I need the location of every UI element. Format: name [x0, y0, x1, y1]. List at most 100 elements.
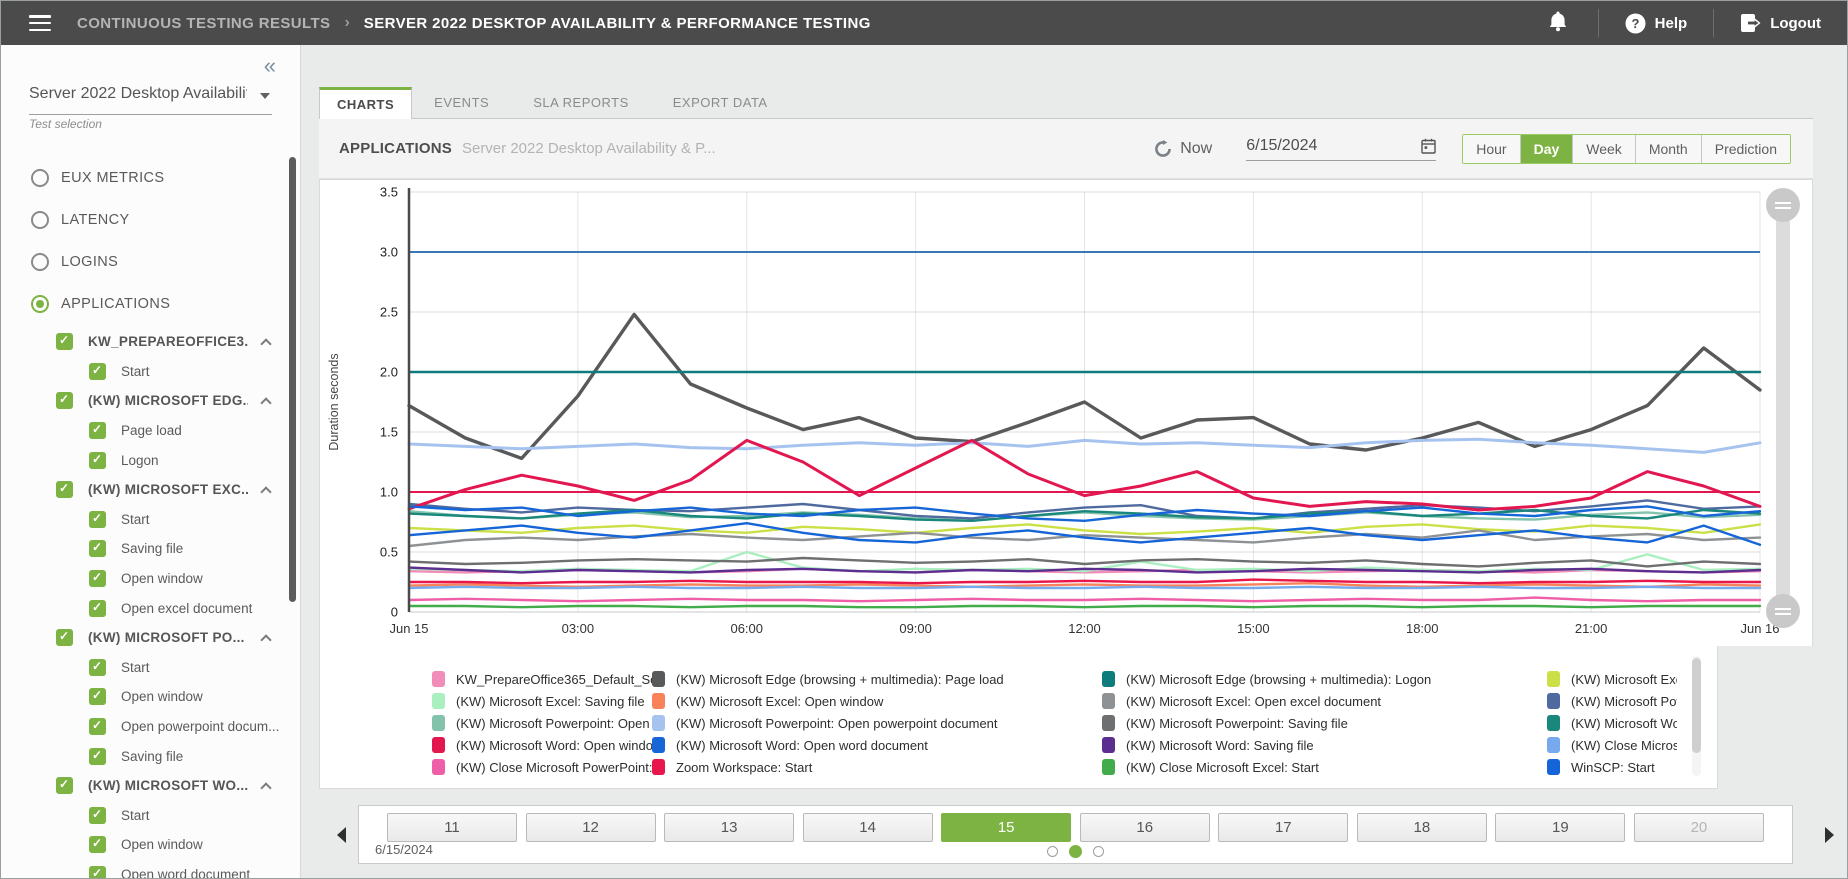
tree-item-kw-microsoft-po-start[interactable]: Start — [1, 653, 300, 683]
checkbox-icon[interactable] — [56, 629, 73, 646]
legend-item[interactable]: (KW) Microsoft Powerpoint: Start — [1547, 690, 1677, 712]
legend-item[interactable]: (KW) Close Microsoft PowerPoint: Start — [432, 756, 652, 776]
page-button-13[interactable]: 13 — [664, 813, 794, 842]
checkbox-icon[interactable] — [89, 600, 106, 617]
sidebar-item-logins[interactable]: LOGINS — [1, 241, 300, 283]
tree-item-kw-microsoft-wo-open-word-document[interactable]: Open word document — [1, 860, 300, 879]
sidebar-item-eux-metrics[interactable]: EUX METRICS — [1, 157, 300, 199]
breadcrumb-root[interactable]: CONTINUOUS TESTING RESULTS — [77, 15, 330, 32]
tree-item-kw-microsoft-wo-start[interactable]: Start — [1, 801, 300, 831]
legend-item[interactable]: (KW) Close Microsoft Word: Start — [1547, 734, 1677, 756]
now-button[interactable]: Now — [1154, 140, 1212, 158]
checkbox-icon[interactable] — [56, 333, 73, 350]
checkbox-icon[interactable] — [89, 511, 106, 528]
tab-charts[interactable]: CHARTS — [319, 87, 412, 119]
legend-item[interactable]: (KW) Microsoft Excel: Open window — [652, 690, 1102, 712]
checkbox-icon[interactable] — [89, 836, 106, 853]
page-button-18[interactable]: 18 — [1357, 813, 1487, 842]
legend-item[interactable]: Zoom Workspace: Start — [652, 756, 1102, 776]
range-button-month[interactable]: Month — [1635, 135, 1701, 163]
pagination-dot-3[interactable] — [1093, 846, 1104, 857]
page-button-15[interactable]: 15 — [941, 813, 1071, 842]
legend-item[interactable]: (KW) Microsoft Word: Start — [1547, 712, 1677, 734]
legend-item[interactable]: (KW) Microsoft Word: Open word document — [652, 734, 1102, 756]
chevron-up-icon[interactable] — [260, 486, 271, 497]
sidebar-item-latency[interactable]: LATENCY — [1, 199, 300, 241]
checkbox-icon[interactable] — [89, 718, 106, 735]
tree-group-kw-prepareoffice3[interactable]: KW_PREPAREOFFICE3... — [1, 327, 300, 357]
test-selection-dropdown[interactable]: Server 2022 Desktop Availabilit... — [29, 85, 272, 115]
legend-item[interactable]: WinSCP: Start — [1547, 756, 1677, 776]
page-button-11[interactable]: 11 — [387, 813, 517, 842]
date-picker-field[interactable]: 6/15/2024 — [1246, 137, 1436, 161]
tree-group-kw-microsoft-exc[interactable]: (KW) MICROSOFT EXC... — [1, 475, 300, 505]
help-button[interactable]: ? Help — [1599, 1, 1714, 45]
pagination-dot-2[interactable] — [1069, 845, 1082, 858]
checkbox-icon[interactable] — [89, 363, 106, 380]
page-button-19[interactable]: 19 — [1495, 813, 1625, 842]
legend-item[interactable]: (KW) Microsoft Word: Saving file — [1102, 734, 1547, 756]
notifications-button[interactable] — [1518, 10, 1598, 37]
checkbox-icon[interactable] — [56, 777, 73, 794]
checkbox-icon[interactable] — [56, 481, 73, 498]
previous-days-arrow[interactable] — [337, 827, 346, 843]
legend-item[interactable]: (KW) Microsoft Excel: Open excel documen… — [1102, 690, 1547, 712]
page-button-14[interactable]: 14 — [803, 813, 933, 842]
chevron-up-icon[interactable] — [260, 338, 271, 349]
tree-item-kw-microsoft-po-open-powerpoint-docum[interactable]: Open powerpoint docum... — [1, 712, 300, 742]
pagination-dot-1[interactable] — [1047, 846, 1058, 857]
tree-group-kw-microsoft-wo[interactable]: (KW) MICROSOFT WO... — [1, 771, 300, 801]
checkbox-icon[interactable] — [89, 688, 106, 705]
legend-scrollbar-thumb[interactable] — [1692, 658, 1701, 753]
tab-export-data[interactable]: EXPORT DATA — [651, 87, 790, 118]
checkbox-icon[interactable] — [89, 659, 106, 676]
legend-item[interactable]: (KW) Microsoft Powerpoint: Open window — [432, 712, 652, 734]
chevron-up-icon[interactable] — [260, 782, 271, 793]
checkbox-icon[interactable] — [89, 866, 106, 879]
logout-button[interactable]: Logout — [1714, 1, 1847, 45]
tree-item-kw-microsoft-exc-open-excel-document[interactable]: Open excel document — [1, 593, 300, 623]
menu-icon[interactable] — [29, 15, 51, 31]
tree-item-kw-microsoft-edg-logon[interactable]: Logon — [1, 445, 300, 475]
tab-events[interactable]: EVENTS — [412, 87, 511, 118]
checkbox-icon[interactable] — [89, 452, 106, 469]
chevron-up-icon[interactable] — [260, 398, 271, 409]
range-button-hour[interactable]: Hour — [1463, 135, 1519, 163]
range-button-day[interactable]: Day — [1520, 135, 1573, 163]
legend-item[interactable]: (KW) Microsoft Excel: Saving file — [432, 690, 652, 712]
chart-zoom-slider-handle-top[interactable] — [1766, 188, 1800, 222]
tree-item-kw-microsoft-exc-saving-file[interactable]: Saving file — [1, 534, 300, 564]
tree-item-kw-microsoft-exc-open-window[interactable]: Open window — [1, 564, 300, 594]
page-button-12[interactable]: 12 — [526, 813, 656, 842]
tree-item-kw-microsoft-wo-open-window[interactable]: Open window — [1, 830, 300, 860]
chevron-up-icon[interactable] — [260, 634, 271, 645]
legend-item[interactable]: (KW) Microsoft Excel: Start — [1547, 668, 1677, 690]
sidebar-collapse-icon[interactable]: « — [264, 55, 276, 77]
tree-item-kw-microsoft-po-open-window[interactable]: Open window — [1, 682, 300, 712]
tree-item-kw-prepareoffice3-start[interactable]: Start — [1, 357, 300, 387]
range-button-week[interactable]: Week — [1572, 135, 1635, 163]
checkbox-icon[interactable] — [89, 807, 106, 824]
checkbox-icon[interactable] — [89, 748, 106, 765]
duration-line-chart[interactable]: 00.51.01.52.02.53.03.5Duration secondsJu… — [320, 180, 1812, 645]
legend-item[interactable]: (KW) Microsoft Edge (browsing + multimed… — [652, 668, 1102, 690]
legend-item[interactable]: (KW) Microsoft Powerpoint: Open powerpoi… — [652, 712, 1102, 734]
tab-sla-reports[interactable]: SLA REPORTS — [511, 87, 651, 118]
checkbox-icon[interactable] — [89, 570, 106, 587]
tree-item-kw-microsoft-edg-page-load[interactable]: Page load — [1, 416, 300, 446]
checkbox-icon[interactable] — [89, 422, 106, 439]
legend-item[interactable]: (KW) Microsoft Powerpoint: Saving file — [1102, 712, 1547, 734]
tree-item-kw-microsoft-exc-start[interactable]: Start — [1, 505, 300, 535]
checkbox-icon[interactable] — [56, 392, 73, 409]
page-button-17[interactable]: 17 — [1218, 813, 1348, 842]
tree-item-kw-microsoft-po-saving-file[interactable]: Saving file — [1, 741, 300, 771]
range-button-prediction[interactable]: Prediction — [1701, 135, 1790, 163]
sidebar-item-applications[interactable]: APPLICATIONS — [1, 283, 300, 325]
next-days-arrow[interactable] — [1825, 827, 1834, 843]
sidebar-scrollbar[interactable] — [289, 157, 296, 602]
legend-item[interactable]: (KW) Close Microsoft Excel: Start — [1102, 756, 1547, 776]
legend-item[interactable]: KW_PrepareOffice365_Default_Script: Star… — [432, 668, 652, 690]
tree-group-kw-microsoft-edg[interactable]: (KW) MICROSOFT EDG... — [1, 386, 300, 416]
legend-item[interactable]: (KW) Microsoft Word: Open window — [432, 734, 652, 756]
chart-zoom-slider-track[interactable] — [1776, 190, 1790, 614]
